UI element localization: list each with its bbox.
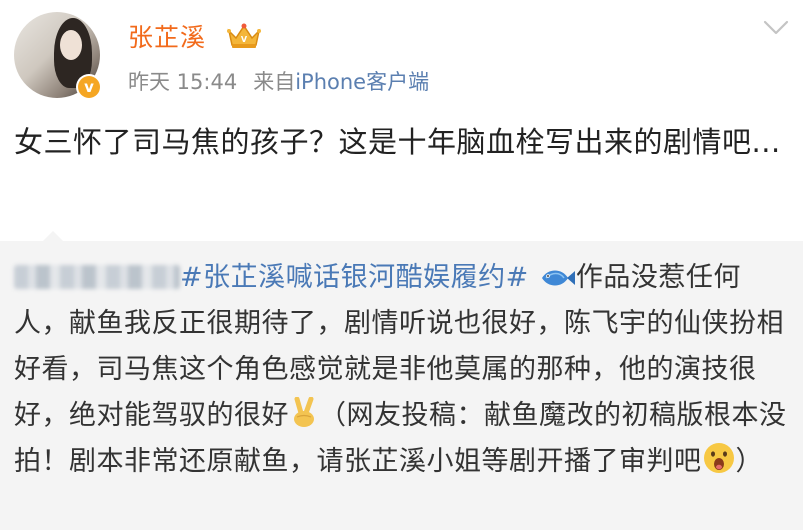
- source-label: 来自: [253, 70, 296, 94]
- post-time[interactable]: 昨天 15:44: [128, 70, 237, 94]
- weibo-post: v 张芷溪 V 昨天 15:44 来自iPhone客户端 女三怀了司马焦的孩子？这…: [0, 0, 803, 530]
- username[interactable]: 张芷溪: [128, 18, 206, 54]
- shocked-face-icon: [703, 443, 734, 473]
- fish-icon: [541, 270, 575, 286]
- svg-text:V: V: [241, 35, 248, 44]
- post-meta: 昨天 15:44 来自iPhone客户端: [128, 66, 429, 96]
- hashtag-link[interactable]: #张芷溪喊话银河酷娱履约#: [180, 262, 529, 293]
- post-text: 女三怀了司马焦的孩子？这是十年脑血栓写出来的剧情吧...: [14, 125, 781, 159]
- chevron-down-icon[interactable]: [763, 20, 789, 36]
- verified-icon: v: [76, 74, 102, 100]
- avatar[interactable]: v: [14, 12, 102, 100]
- repost-text: #张芷溪喊话银河酷娱履约# 作品没惹任何人，献鱼我反正很期待了，剧情听说也很好，…: [14, 255, 794, 485]
- victory-hand-icon: [294, 397, 314, 427]
- source-client[interactable]: iPhone客户端: [295, 70, 429, 94]
- blurred-author-name[interactable]: [14, 265, 180, 289]
- repost-text-part3: ）: [735, 446, 763, 477]
- repost-block[interactable]: #张芷溪喊话银河酷娱履约# 作品没惹任何人，献鱼我反正很期待了，剧情听说也很好，…: [0, 231, 803, 530]
- repost-pointer: [42, 231, 64, 242]
- crown-icon: V: [227, 23, 261, 48]
